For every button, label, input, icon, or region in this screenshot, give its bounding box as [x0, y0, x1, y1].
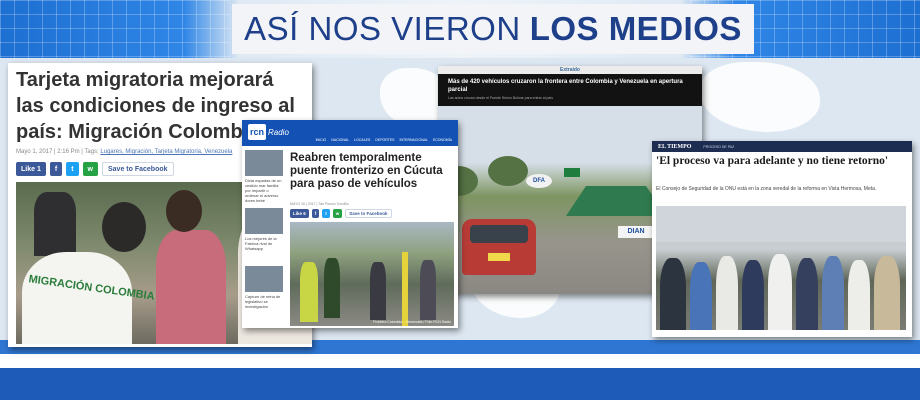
- sidebar-related: Dicta espadas de un vestido mar familia …: [245, 150, 283, 324]
- article-headline[interactable]: 'El proceso va para adelante y no tiene …: [656, 154, 912, 168]
- share-bar: Like 6 f t w Save to Facebook: [290, 209, 392, 218]
- like-button[interactable]: Like 1: [16, 162, 46, 176]
- photo-person: [716, 256, 738, 330]
- share-bar: Like 1 f t w Save to Facebook: [16, 162, 174, 176]
- photo-person: [34, 192, 76, 256]
- photo-person: [690, 262, 712, 330]
- like-button[interactable]: Like 6: [290, 209, 309, 218]
- whatsapp-share-button[interactable]: w: [82, 162, 98, 176]
- facebook-share-button[interactable]: f: [49, 162, 63, 176]
- map-continent: [700, 62, 820, 132]
- nav-item[interactable]: LOCALES: [354, 138, 370, 142]
- footer-stripe: [0, 354, 920, 368]
- banner-title-regular: ASÍ NOS VIERON: [244, 10, 521, 47]
- section-label: Extraído: [559, 67, 580, 73]
- banner-pattern-left: [0, 0, 230, 58]
- related-thumb[interactable]: [245, 208, 283, 234]
- article-headline[interactable]: Más de 420 vehículos cruzaron la fronter…: [448, 78, 692, 94]
- photo-tent: [566, 186, 666, 216]
- article-meta: Mayo 1, 2017 | 2:16 Pm | Tags: Lugares, …: [16, 149, 232, 155]
- nav-item[interactable]: DEPORTES: [375, 138, 394, 142]
- photo-person: [768, 254, 792, 330]
- site-header: rcn Radio INICIO NACIONAL LOCALES DEPORT…: [242, 120, 458, 146]
- whatsapp-share-button[interactable]: w: [332, 209, 343, 218]
- photo-building: [656, 206, 906, 242]
- banner-title: ASÍ NOS VIERON LOS MEDIOS: [232, 4, 754, 54]
- save-to-facebook-button[interactable]: Save to Facebook: [102, 162, 174, 176]
- article-subline: Las autos cruzan desde el Puente Simón B…: [448, 96, 554, 100]
- photo-person: [796, 258, 818, 330]
- photo-person: [660, 258, 686, 330]
- article-headline[interactable]: Reabren temporalmente puente fronterizo …: [290, 152, 458, 191]
- article-meta: MAYO 16 | 2017 | Tan Ponzio Gordillo: [290, 202, 349, 206]
- related-caption[interactable]: Dicta espadas de un vestido mar familia …: [245, 178, 283, 204]
- photo-person: [156, 230, 226, 344]
- header-banner: ASÍ NOS VIERON LOS MEDIOS: [0, 0, 920, 58]
- nav-item[interactable]: NACIONAL: [331, 138, 349, 142]
- article-date: Mayo 1, 2017 | 2:16 Pm | Tags:: [16, 149, 99, 155]
- article-tags[interactable]: Lugares, Migración, Tarjeta Migratoria, …: [100, 149, 232, 155]
- photo-person: [742, 260, 764, 330]
- road-sign: [564, 168, 580, 177]
- banner-title-bold: LOS MEDIOS: [529, 10, 742, 47]
- dian-sign: DIAN: [618, 226, 654, 238]
- photo-credit: Frontera Colombia – Venezuela / Foto RCN…: [373, 320, 451, 324]
- eltiempo-logo[interactable]: EL TIEMPO: [658, 144, 691, 150]
- car-window: [470, 225, 528, 243]
- article-photo: Frontera Colombia – Venezuela / Foto RCN…: [290, 222, 454, 326]
- photo-person: [420, 260, 436, 320]
- related-caption[interactable]: Capturn de reina de legislativo se inves…: [245, 294, 283, 320]
- photo-car: [462, 219, 536, 275]
- related-caption[interactable]: Los mejores de la Fabrica rival de Whats…: [245, 236, 283, 262]
- photo-person: [848, 260, 870, 330]
- photo-person: [874, 256, 900, 330]
- section-label[interactable]: PROCESO DE PAZ: [703, 145, 734, 149]
- news-card-rcn[interactable]: rcn Radio INICIO NACIONAL LOCALES DEPORT…: [242, 120, 458, 328]
- news-card-eltiempo[interactable]: EL TIEMPO PROCESO DE PAZ 'El proceso va …: [652, 141, 912, 337]
- photo-tree: [488, 156, 528, 186]
- save-to-facebook-button[interactable]: Save to Facebook: [345, 209, 392, 218]
- headline-box: Más de 420 vehículos cruzaron la fronter…: [438, 74, 702, 106]
- footer-stripe: [0, 368, 920, 400]
- site-nav: INICIO NACIONAL LOCALES DEPORTES INTERNA…: [242, 134, 458, 146]
- photo-barrier-post: [402, 252, 408, 326]
- photo-person: [300, 262, 318, 322]
- related-thumb[interactable]: [245, 266, 283, 292]
- photo-person-head: [166, 190, 202, 232]
- site-header: EL TIEMPO PROCESO DE PAZ: [652, 141, 912, 152]
- twitter-share-button[interactable]: t: [322, 209, 330, 218]
- article-photo: [656, 206, 906, 330]
- photo-officer-cap: [102, 202, 146, 252]
- twitter-share-button[interactable]: t: [66, 162, 79, 176]
- article-subline: El Consejo de Seguridad de la ONU está e…: [656, 186, 877, 192]
- nav-item[interactable]: ECONOMÍA: [433, 138, 452, 142]
- photo-person: [370, 262, 386, 320]
- photo-person: [324, 258, 340, 318]
- car-plate: [488, 253, 510, 261]
- facebook-share-button[interactable]: f: [311, 209, 320, 218]
- photo-person: [822, 256, 844, 330]
- dfa-sign: DFA: [526, 174, 552, 188]
- related-thumb[interactable]: [245, 150, 283, 176]
- nav-item[interactable]: INTERNACIONAL: [400, 138, 428, 142]
- photo-officer-shirt: [22, 252, 132, 344]
- nav-item[interactable]: INICIO: [316, 138, 327, 142]
